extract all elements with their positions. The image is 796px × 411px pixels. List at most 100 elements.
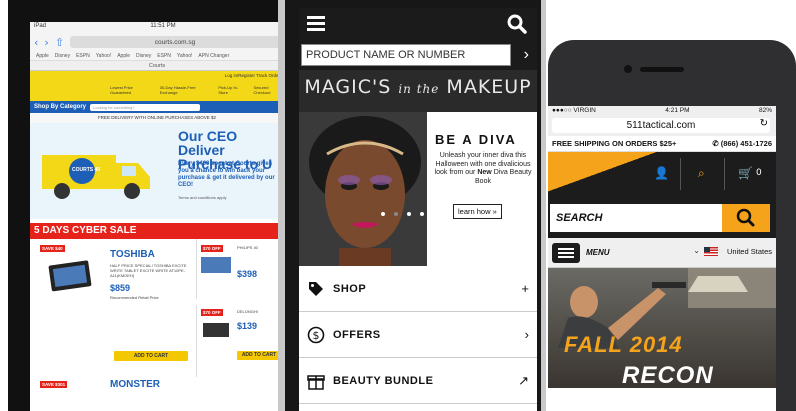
oven-product-image: [203, 323, 229, 337]
learn-how-button[interactable]: learn how »: [453, 204, 502, 219]
courts-header: Log in/Register Track Order Lowest Price…: [30, 71, 284, 101]
menu-item-beauty-bundle[interactable]: BEAUTY BUNDLE ↗: [299, 358, 537, 404]
address-bar[interactable]: 511tactical.com: [552, 118, 770, 133]
menu-item-offers[interactable]: $ OFFERS ›: [299, 312, 537, 358]
gift-icon: [307, 374, 325, 390]
diva-copy: Unleash your inner diva this Halloween w…: [434, 152, 532, 185]
phone-link[interactable]: ✆ (866) 451-1726: [712, 139, 772, 148]
front-camera: [624, 65, 632, 73]
bookmarks-bar: Apple Disney ESPN Yahoo! Apple Disney ES…: [30, 52, 284, 61]
ceo-subtitle: Every $400 spent at Courts gives you a c…: [178, 161, 275, 188]
sephora-search-bar: PRODUCT NAME OR NUMBER ›: [299, 40, 537, 70]
middle-phone-device: PRODUCT NAME OR NUMBER › MAGIC'S in the …: [278, 0, 546, 411]
feature-strip: Lowest Price Guaranteed 30-Day Hassle-Fr…: [110, 85, 284, 95]
carousel-dot[interactable]: [381, 212, 385, 216]
deal-price-note: Recommended Retail Price: [110, 295, 159, 300]
menu-item-shop[interactable]: SHOP +: [299, 266, 537, 312]
bookmark-item[interactable]: ESPN: [76, 53, 90, 59]
deal-badge: $70 OFF: [201, 245, 223, 252]
us-flag-icon: [704, 247, 718, 256]
hero-line-2: RECON: [622, 362, 714, 388]
shop-by-category-button[interactable]: Shop By Category: [34, 104, 86, 110]
chevron-right-icon: ›: [524, 327, 529, 342]
address-bar[interactable]: courts.com.sg: [70, 36, 280, 48]
carousel-dot[interactable]: [394, 212, 398, 216]
deal-card-delonghi[interactable]: $70 OFF DELONGHI $139 ADD TO CART: [196, 305, 284, 377]
bookmark-item[interactable]: Yahoo!: [177, 53, 192, 59]
bookmark-item[interactable]: APN Changer: [198, 53, 229, 59]
deal-badge: $70 OFF: [201, 309, 223, 316]
search-submit-button[interactable]: [722, 204, 770, 232]
menu-item-label: SHOP: [333, 282, 367, 295]
forward-icon[interactable]: ›: [44, 36, 48, 49]
bookmark-item[interactable]: Disney: [55, 53, 70, 59]
diva-promo-panel: BE A DIVA Unleash your inner diva this H…: [427, 112, 537, 266]
courts-search-input[interactable]: Looking for something?: [90, 103, 201, 111]
expand-plus-icon: +: [521, 281, 529, 296]
ios-status-bar: ●●●○○ VIRGIN 4:21 PM 82%: [548, 106, 776, 116]
browser-tab-title[interactable]: Courts: [30, 61, 284, 71]
search-icon[interactable]: [507, 14, 527, 34]
deal-price: $398: [237, 269, 258, 279]
address-text: courts.com.sg: [154, 38, 196, 46]
hamburger-menu-icon[interactable]: [307, 16, 325, 31]
bookmark-item[interactable]: Yahoo!: [96, 53, 111, 59]
carousel-dot[interactable]: [420, 212, 424, 216]
cart-count: 0: [756, 168, 762, 178]
carousel-dots[interactable]: [381, 212, 424, 216]
add-to-cart-button[interactable]: ADD TO CART: [114, 351, 188, 361]
courts-webpage: iPad 11:51 PM ‹ › ⇧ courts.com.sg Apple …: [30, 22, 284, 411]
ceo-promo-banner[interactable]: COURTS 40 Our CEO Deliver Purchase to U …: [30, 123, 284, 219]
hamburger-menu-icon[interactable]: [552, 243, 580, 263]
tag-icon: [309, 281, 323, 296]
reload-icon[interactable]: ↻: [760, 118, 768, 129]
model-portrait-image: [299, 112, 431, 266]
cart-icon[interactable]: 🛒: [738, 166, 753, 180]
tablet-device: iPad 11:51 PM ‹ › ⇧ courts.com.sg Apple …: [8, 0, 286, 411]
bookmark-item[interactable]: Disney: [136, 53, 151, 59]
truck-badge: COURTS 40: [72, 167, 101, 173]
next-deal-row: SAVE $301 MONSTER: [30, 379, 284, 399]
phone-icon: ✆: [712, 139, 721, 148]
dollar-circle-icon: $: [307, 326, 325, 343]
bookmark-item[interactable]: Apple: [36, 53, 49, 59]
tactical-icon-bar: 👤 ⌕ 🛒 0: [548, 152, 776, 196]
cyber-sale-heading: 5 DAYS CYBER SALE: [30, 223, 284, 239]
status-time: 11:51 PM: [150, 23, 176, 29]
free-delivery-banner: FREE DELIVERY WITH ONLINE PURCHASES ABOV…: [30, 113, 284, 123]
deal-description: HALF PRICE SPECIAL! TOSHIBA EXCITE WRITE…: [110, 263, 187, 278]
country-selector[interactable]: United States: [727, 247, 772, 256]
back-icon[interactable]: ‹: [34, 36, 38, 49]
hero-carousel[interactable]: MAGIC'S in the MAKEUP BE A DIVA Unleash …: [299, 70, 537, 266]
hero-title: MAGIC'S in the MAKEUP: [304, 76, 532, 98]
sephora-webpage: PRODUCT NAME OR NUMBER › MAGIC'S in the …: [299, 8, 537, 411]
status-device: iPad: [34, 23, 47, 29]
tablet-product-image: [48, 260, 92, 292]
bookmark-item[interactable]: ESPN: [157, 53, 171, 59]
menu-label[interactable]: MENU: [586, 248, 610, 257]
sephora-top-bar: [299, 8, 537, 40]
deal-card-toshiba[interactable]: SAVE $40 TOSHIBA HALF PRICE SPECIAL! TOS…: [30, 239, 190, 377]
ceo-terms: Terms and conditions apply: [178, 195, 227, 200]
ios-status-bar: iPad 11:51 PM: [30, 22, 284, 32]
menu-item-label: BEAUTY BUNDLE: [333, 374, 434, 387]
carousel-dot[interactable]: [407, 212, 411, 216]
feature-item: Lowest Price Guaranteed: [110, 85, 133, 95]
shipping-banner: FREE SHIPPING ON ORDERS $25+ ✆ (866) 451…: [548, 136, 776, 152]
bookmark-item[interactable]: Apple: [117, 53, 130, 59]
deal-price: $859: [110, 283, 131, 293]
chevron-down-icon[interactable]: ⌄: [693, 246, 700, 255]
deal-card-philips[interactable]: $70 OFF PHILIPS 40 $398: [196, 239, 284, 299]
add-to-cart-button[interactable]: ADD TO CART: [237, 351, 281, 360]
deals-grid: SAVE $40 TOSHIBA HALF PRICE SPECIAL! TOS…: [30, 239, 284, 379]
share-icon[interactable]: ⇧: [55, 36, 64, 49]
login-link[interactable]: Log in/Register Track Order: [225, 73, 280, 78]
fall-2014-hero-banner[interactable]: FALL 2014 RECON: [548, 268, 776, 388]
search-icon[interactable]: ⌕: [698, 166, 705, 181]
tactical-search-input[interactable]: SEARCH: [550, 204, 722, 232]
deal-badge: SAVE $40: [40, 245, 65, 252]
search-submit-icon[interactable]: ›: [524, 46, 529, 64]
product-search-input[interactable]: PRODUCT NAME OR NUMBER: [301, 44, 511, 66]
diva-title: BE A DIVA: [435, 132, 517, 147]
account-icon[interactable]: 👤: [654, 166, 669, 180]
